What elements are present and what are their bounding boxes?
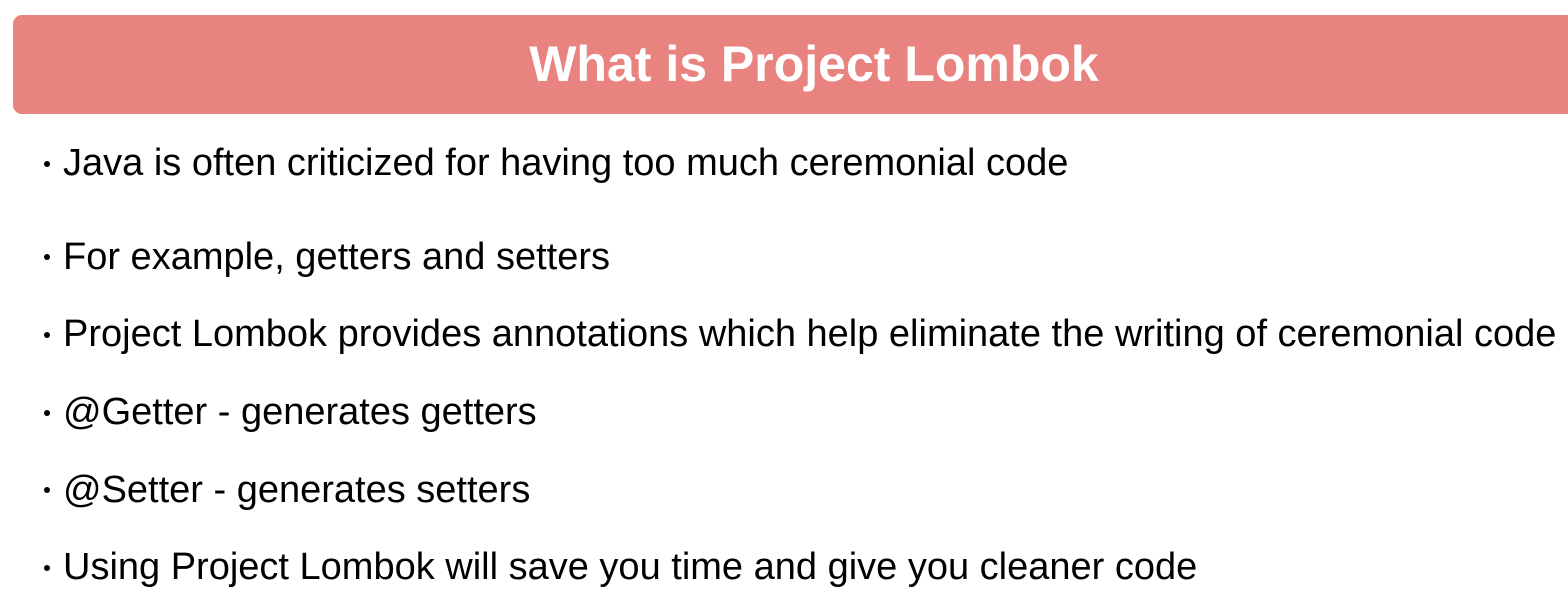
- bullet-item: Using Project Lombok will save you time …: [44, 529, 1556, 607]
- bullet-text: Using Project Lombok will save you time …: [63, 546, 1198, 589]
- bullet-item: @Getter - generates getters: [44, 374, 1556, 452]
- bullet-dot-icon: [44, 487, 50, 494]
- bullet-text: @Getter - generates getters: [63, 391, 537, 434]
- bullet-item: For example, getters and setters: [44, 219, 1556, 297]
- bullet-dot-icon: [44, 331, 50, 338]
- bullet-text: For example, getters and setters: [63, 235, 611, 278]
- bullet-dot-icon: [44, 254, 50, 261]
- bullet-text: Java is often criticized for having too …: [63, 142, 1069, 184]
- bullet-dot-icon: [44, 409, 50, 416]
- bullet-list: Java is often criticized for having too …: [44, 141, 1556, 607]
- bullet-item: @Setter - generates setters: [44, 451, 1556, 529]
- bullet-dot-icon: [44, 564, 50, 571]
- bullet-text: Project Lombok provides annotations whic…: [63, 313, 1557, 356]
- bullet-dot-icon: [44, 160, 50, 167]
- title-banner: What is Project Lombok: [13, 15, 1568, 114]
- bullet-text: @Setter - generates setters: [63, 468, 531, 511]
- bullet-item: Project Lombok provides annotations whic…: [44, 296, 1556, 374]
- slide-title: What is Project Lombok: [529, 36, 1099, 92]
- bullet-item: Java is often criticized for having too …: [44, 141, 1556, 186]
